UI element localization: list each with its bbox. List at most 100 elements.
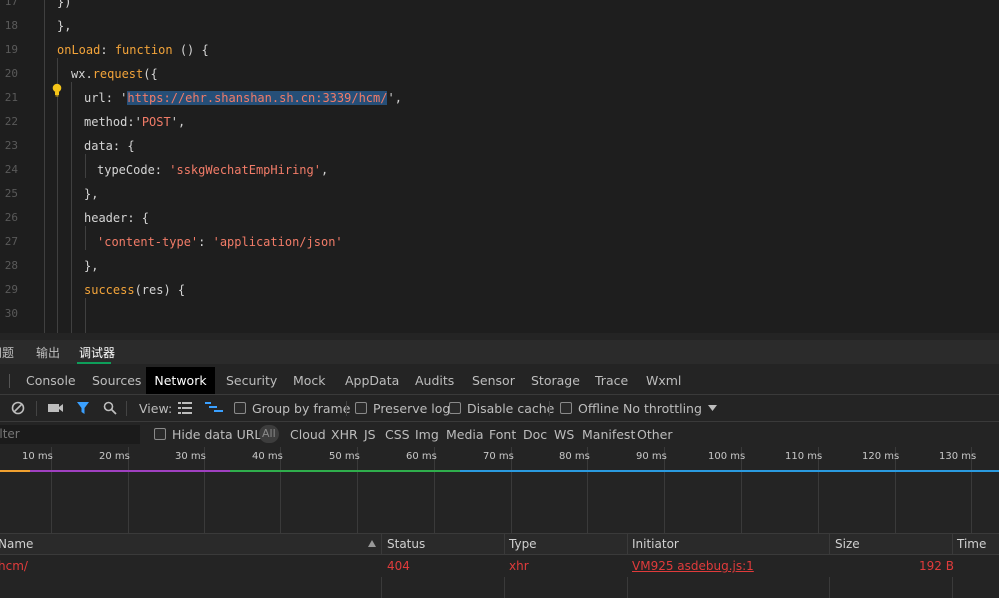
code-line: success(res) { (84, 278, 185, 302)
line-number: 30 (4, 307, 18, 320)
code-line: }, (84, 254, 98, 278)
code-token: method (84, 115, 128, 129)
request-initiator-link[interactable]: VM925 asdebug.js:1 (632, 559, 754, 573)
column-header-name[interactable]: Name (0, 537, 33, 551)
offline-checkbox[interactable] (560, 402, 572, 414)
timeline-tick: 130 ms (939, 451, 977, 462)
timeline-tick: 30 ms (175, 451, 206, 462)
code-line: }, (84, 182, 98, 206)
tab-wxml[interactable]: Wxml (646, 367, 681, 394)
type-filter-doc[interactable]: Doc (523, 427, 547, 442)
chevron-down-icon[interactable] (708, 405, 717, 411)
toolbar-divider (126, 401, 127, 416)
code-line: 'content-type': 'application/json' (97, 230, 343, 254)
tab-trace[interactable]: Trace (595, 367, 628, 394)
indent-guide (57, 58, 58, 333)
tab-storage[interactable]: Storage (531, 367, 580, 394)
type-filter-css[interactable]: CSS (385, 427, 410, 442)
line-number: 19 (4, 43, 18, 56)
code-token: : ' (105, 91, 128, 105)
table-row[interactable]: hcm/ 404 xhr VM925 asdebug.js:1 192 B (0, 555, 999, 577)
filter-bar: Filter Hide data URLs All Cloud XHR JS C… (0, 422, 999, 448)
code-line: url: 'https://ehr.shanshan.sh.cn:3339/hc… (84, 86, 402, 110)
timeline-tick: 100 ms (708, 451, 746, 462)
tab-debugger[interactable]: 调试器 (79, 344, 115, 361)
code-token: : (100, 43, 115, 57)
code-line: }, (57, 14, 71, 38)
hide-data-urls-checkbox[interactable] (154, 428, 166, 440)
type-filter-js[interactable]: JS (364, 427, 376, 442)
type-filter-ws[interactable]: WS (554, 427, 574, 442)
code-token: (res) { (134, 283, 186, 297)
list-view-icon[interactable] (178, 402, 192, 414)
waterfall-view-icon[interactable] (205, 402, 223, 414)
column-header-initiator[interactable]: Initiator (632, 537, 679, 551)
timeline-tick: 50 ms (329, 451, 360, 462)
line-number: 25 (4, 187, 18, 200)
code-line: }) (57, 0, 71, 14)
lightbulb-icon[interactable] (51, 83, 63, 97)
timeline-tick: 40 ms (252, 451, 283, 462)
code-token: }, (84, 259, 99, 273)
type-filter-xhr[interactable]: XHR (331, 427, 358, 442)
type-filter-img[interactable]: Img (415, 427, 439, 442)
filter-icon[interactable] (76, 401, 90, 415)
disable-cache-checkbox[interactable] (449, 402, 461, 414)
timeline-tick: 70 ms (483, 451, 514, 462)
type-filter-other[interactable]: Other (637, 427, 673, 442)
type-filter-all[interactable]: All (259, 425, 279, 443)
tab-audits[interactable]: Audits (415, 367, 454, 394)
tab-security[interactable]: Security (226, 367, 277, 394)
line-number: 20 (4, 67, 18, 80)
line-number: 29 (4, 283, 18, 296)
tab-appdata[interactable]: AppData (345, 367, 399, 394)
type-filter-cloud[interactable]: Cloud (290, 427, 326, 442)
code-token: url (84, 91, 106, 105)
code-line: wx.request({ (71, 62, 158, 86)
tab-bar-divider (9, 374, 10, 388)
hide-data-urls-label: Hide data URLs (172, 427, 268, 442)
timeline-bar-waiting (0, 470, 30, 472)
tab-output[interactable]: 输出 (36, 344, 60, 361)
type-filter-manifest[interactable]: Manifest (582, 427, 635, 442)
tab-sources[interactable]: Sources (92, 367, 141, 394)
code-token: :' (127, 115, 142, 129)
preserve-log-checkbox[interactable] (355, 402, 367, 414)
code-token: . (85, 67, 93, 81)
search-icon[interactable] (103, 401, 117, 415)
request-type: xhr (509, 559, 529, 573)
code-editor[interactable]: 17 18 19 20 21 22 23 24 25 26 27 28 29 3… (0, 0, 999, 333)
tab-sensor[interactable]: Sensor (472, 367, 515, 394)
timeline-bar-stalled (30, 470, 230, 472)
code-line: method:'POST', (84, 110, 185, 134)
column-header-size[interactable]: Size (835, 537, 860, 551)
code-token: typeCode (97, 163, 155, 177)
request-name[interactable]: hcm/ (0, 559, 28, 573)
type-filter-font[interactable]: Font (489, 427, 516, 442)
screenshot-icon[interactable] (48, 402, 64, 414)
group-by-frame-checkbox[interactable] (234, 402, 246, 414)
sort-ascending-icon[interactable] (368, 540, 376, 547)
tab-problems[interactable]: 问题 (0, 344, 14, 361)
column-header-type[interactable]: Type (509, 537, 537, 551)
tab-console[interactable]: Console (26, 367, 76, 394)
clear-icon[interactable] (11, 401, 25, 415)
tab-network[interactable]: Network (146, 367, 215, 394)
type-filter-media[interactable]: Media (446, 427, 484, 442)
column-header-status[interactable]: Status (387, 537, 425, 551)
code-token: ', (387, 91, 402, 105)
network-overview-timeline[interactable]: 10 ms 20 ms 30 ms 40 ms 50 ms 60 ms 70 m… (0, 447, 999, 534)
indent-guide (85, 298, 86, 333)
tab-mock[interactable]: Mock (293, 367, 326, 394)
line-number: 26 (4, 211, 18, 224)
column-header-time[interactable]: Time (957, 537, 986, 551)
timeline-tick: 80 ms (559, 451, 590, 462)
code-token: 'content-type' (97, 235, 199, 249)
filter-input-box[interactable]: Filter (0, 425, 140, 444)
toolbar-divider (549, 401, 550, 416)
code-token: request (92, 67, 144, 81)
code-token: POST (141, 115, 171, 129)
throttling-select[interactable]: No throttling (623, 401, 702, 416)
timeline-tick: 20 ms (99, 451, 130, 462)
offline-label: Offline (578, 401, 620, 416)
